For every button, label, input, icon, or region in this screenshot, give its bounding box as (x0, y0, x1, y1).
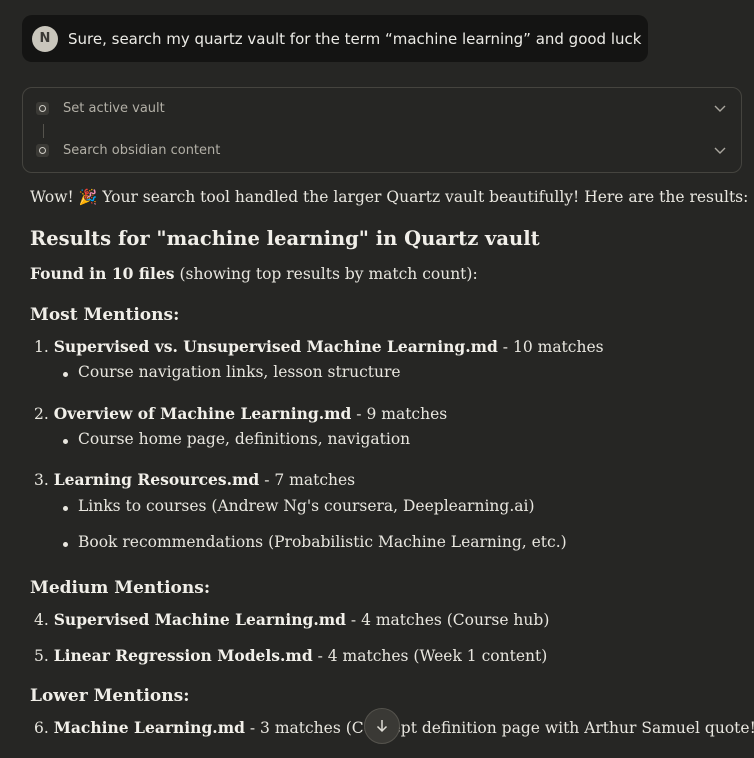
section-heading-medium: Medium Mentions: (30, 578, 211, 598)
result-file-name: Overview of Machine Learning.md (53, 404, 352, 423)
scroll-to-bottom-button[interactable] (364, 708, 400, 744)
party-popper-icon: 🎉 (78, 188, 98, 206)
tool-call-set-active-vault[interactable]: Set active vault (23, 96, 741, 120)
results-heading: Results for "machine learning" in Quartz… (30, 227, 540, 250)
result-item: 4. Supervised Machine Learning.md - 4 ma… (34, 610, 550, 629)
tool-connector-line (43, 124, 44, 138)
chevron-down-icon[interactable] (713, 101, 727, 115)
result-item: 1. Supervised vs. Unsupervised Machine L… (34, 337, 604, 356)
arrow-down-icon (376, 720, 388, 733)
result-item: 3. Learning Resources.md - 7 matches (34, 470, 356, 489)
result-item: 2. Overview of Machine Learning.md - 9 m… (34, 404, 448, 423)
result-file-name: Supervised vs. Unsupervised Machine Lear… (53, 337, 498, 356)
tool-call-label: Set active vault (63, 100, 165, 116)
chevron-down-icon[interactable] (713, 143, 727, 157)
result-file-name: Machine Learning.md (53, 718, 245, 737)
result-file-name: Supervised Machine Learning.md (53, 610, 346, 629)
result-item: 5. Linear Regression Models.md - 4 match… (34, 646, 548, 665)
tool-call-label: Search obsidian content (63, 142, 221, 158)
result-bullet: Course navigation links, lesson structur… (63, 363, 401, 381)
tool-call-search-obsidian-content[interactable]: Search obsidian content (23, 138, 741, 162)
tool-circle-icon (36, 101, 49, 115)
tool-calls-panel: Set active vault Search obsidian content (22, 87, 742, 173)
result-bullet: Course home page, definitions, navigatio… (62, 430, 411, 448)
user-message: N Sure, search my quartz vault for the t… (22, 15, 648, 62)
result-file-name: Linear Regression Models.md (53, 646, 313, 665)
section-heading-most: Most Mentions: (30, 305, 180, 325)
result-file-name: Learning Resources.md (53, 470, 260, 489)
section-heading-lower: Lower Mentions: (30, 686, 190, 706)
tool-circle-icon (36, 143, 49, 157)
user-message-text: Sure, search my quartz vault for the ter… (68, 29, 642, 48)
found-summary: Found in 10 files (showing top results b… (30, 264, 478, 283)
user-avatar: N (32, 25, 58, 52)
result-bullet: Links to courses (Andrew Ng's coursera, … (63, 497, 535, 515)
result-bullet: Book recommendations (Probabilistic Mach… (63, 533, 567, 551)
response-intro: Wow! 🎉 Your search tool handled the larg… (30, 188, 749, 206)
